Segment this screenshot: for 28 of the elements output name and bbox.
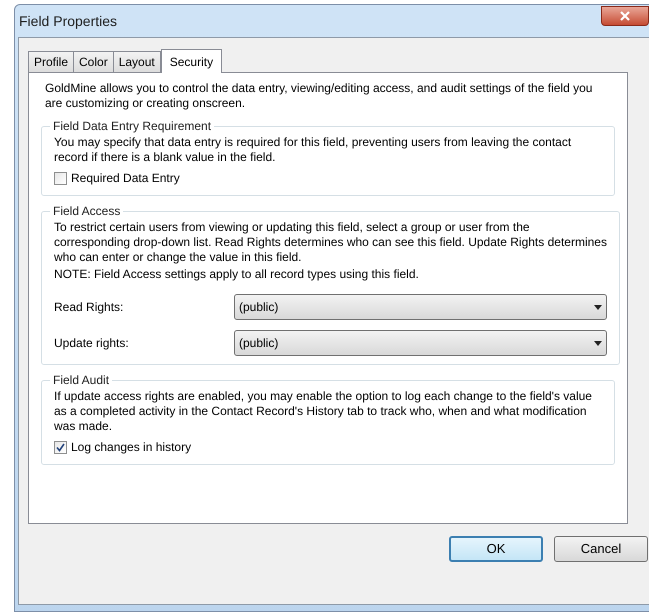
dialog-button[interactable]: OK: [449, 536, 543, 562]
description-text: To restrict certain users from viewing or updating this field, select a group or user from the corresponding drop-down list. Read Rights determines who can see this field. Update Rights determines who can enter or change the value in this field.: [54, 220, 607, 265]
tab[interactable]: Profile: [28, 51, 74, 72]
intro-text: GoldMine allows you to control the data entry, viewing/editing access, and audit settings of the field you are customizing or creating onscreen.: [45, 81, 594, 111]
dialog-button[interactable]: Cancel: [554, 536, 648, 562]
group-title: Field Access: [52, 203, 122, 220]
group-title: Field Audit: [52, 372, 110, 389]
tab[interactable]: Color: [73, 51, 114, 72]
description-text: NOTE: Field Access settings apply to all record types using this field.: [54, 267, 420, 282]
checkbox-label: Log changes in history: [71, 439, 192, 456]
window-title: Field Properties: [19, 12, 118, 31]
field-label: Update rights:: [54, 335, 130, 352]
description-text: You may specify that data entry is required for this field, preventing users from leaving the contact record if there is a blank value in the field.: [54, 135, 572, 165]
field-label: Read Rights:: [54, 299, 124, 316]
dropdown-arrow-icon: [594, 340, 602, 346]
checkmark-icon: [56, 442, 65, 452]
checkbox[interactable]: [54, 172, 67, 184]
group-title: Field Data Entry Requirement: [52, 118, 212, 135]
dropdown[interactable]: (public): [234, 294, 607, 320]
close-icon: [620, 11, 630, 21]
tab[interactable]: Layout: [112, 51, 161, 72]
checkbox-label: Required Data Entry: [71, 170, 180, 187]
checkbox[interactable]: [54, 440, 67, 454]
close-button[interactable]: [601, 6, 649, 26]
dropdown-arrow-icon: [594, 304, 602, 310]
tab[interactable]: Security: [160, 49, 222, 73]
dropdown[interactable]: (public): [234, 330, 607, 356]
description-text: If update access rights are enabled, you may enable the option to log each change to the field's value as a completed activity in the Contact Record's History tab to track who, when and what modification was made.: [54, 389, 593, 434]
